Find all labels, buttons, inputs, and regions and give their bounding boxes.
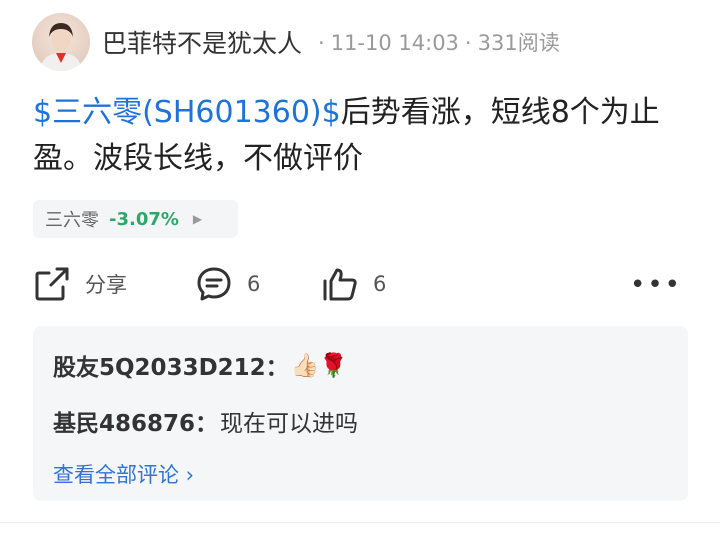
comment-item: 基民486876： 现在可以进吗 [53, 398, 668, 444]
comment-user[interactable]: 股友5Q2033D212： [53, 348, 289, 382]
action-bar: 分享 6 6 ••• [33, 262, 688, 306]
meta-separator: · [464, 31, 472, 55]
comment-item: 股友5Q2033D212： 👍🏻🌹 [53, 342, 668, 388]
comment-button[interactable]: 6 [195, 262, 260, 306]
ellipsis-icon[interactable]: ••• [630, 270, 682, 300]
stock-tag-link[interactable]: $三六零(SH601360)$ [33, 95, 341, 130]
meta-separator: · [318, 31, 325, 55]
like-count: 6 [373, 272, 387, 296]
author-name[interactable]: 巴菲特不是犹太人 [102, 24, 302, 60]
share-icon [35, 267, 69, 301]
comment-count: 6 [247, 272, 261, 296]
stock-quote-chip[interactable]: 三六零 -3.07% ▶ [33, 200, 238, 238]
post-body: $三六零(SH601360)$后势看涨，短线8个为止盈。波段长线，不做评价 [33, 90, 693, 182]
comment-user[interactable]: 基民486876： [53, 404, 218, 438]
author-avatar[interactable] [32, 13, 90, 71]
comment-preview-box: 股友5Q2033D212： 👍🏻🌹 基民486876： 现在可以进吗 查看全部评… [33, 326, 688, 501]
thumbs-up-icon [323, 268, 357, 301]
divider [0, 522, 720, 523]
like-button[interactable]: 6 [321, 262, 386, 306]
stock-name: 三六零 [45, 210, 99, 231]
comment-text: 现在可以进吗 [220, 411, 359, 437]
view-all-comments-link[interactable]: 查看全部评论 › [53, 454, 668, 494]
share-label: 分享 [85, 273, 127, 297]
share-button[interactable]: 分享 [33, 262, 127, 306]
post-meta: · 11-10 14:03 · 331阅读 [312, 27, 560, 57]
stock-change: -3.07% [109, 208, 179, 230]
comment-icon [197, 267, 231, 301]
post-time: 11-10 14:03 [330, 31, 459, 55]
view-count: 331阅读 [477, 31, 560, 55]
comment-text: 👍🏻🌹 [290, 352, 348, 379]
post-header: 巴菲特不是犹太人 · 11-10 14:03 · 331阅读 [32, 12, 560, 72]
play-right-icon: ▶ [192, 212, 203, 226]
